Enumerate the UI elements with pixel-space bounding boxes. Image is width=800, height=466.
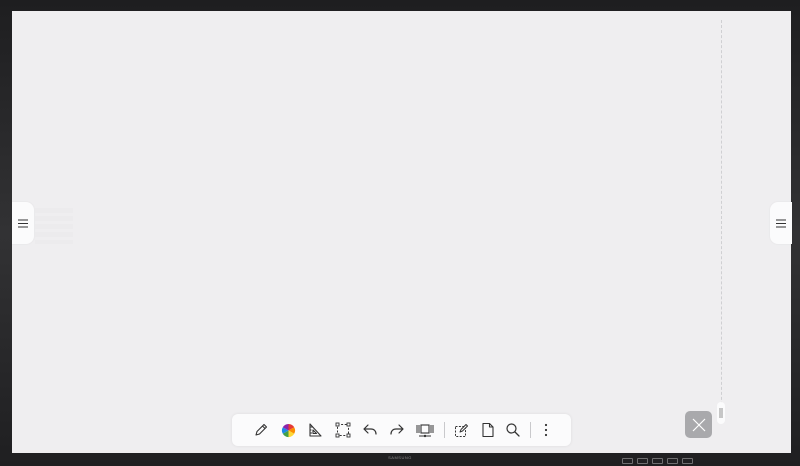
- selection-tool-button[interactable]: [331, 418, 355, 442]
- zoom-button[interactable]: [501, 418, 525, 442]
- grip-icon: [719, 408, 723, 418]
- right-menu-tab[interactable]: [770, 202, 792, 244]
- close-icon: [692, 418, 706, 432]
- ruler-triangle-icon: [307, 422, 323, 438]
- undo-button[interactable]: [358, 418, 382, 442]
- close-button[interactable]: [685, 411, 712, 438]
- more-vertical-icon: [544, 423, 548, 437]
- magnifier-icon: [505, 422, 521, 438]
- selection-box-icon: [335, 422, 351, 438]
- redo-icon: [389, 422, 405, 438]
- left-menu-tab[interactable]: [12, 202, 34, 244]
- hidden-side-panel: [35, 208, 73, 244]
- bottom-toolbar: [232, 414, 571, 446]
- page-navigator-button[interactable]: [413, 418, 437, 442]
- color-wheel-icon: [281, 423, 296, 438]
- edit-note-icon: [453, 422, 469, 438]
- new-page-button[interactable]: [476, 418, 500, 442]
- edit-note-button[interactable]: [449, 418, 473, 442]
- device-ports: [622, 458, 693, 464]
- canvas-divider-line: [721, 20, 722, 420]
- redo-button[interactable]: [385, 418, 409, 442]
- more-options-button[interactable]: [534, 418, 558, 442]
- undo-icon: [362, 422, 378, 438]
- whiteboard-canvas[interactable]: [12, 11, 791, 453]
- pages-icon: [416, 422, 434, 438]
- color-picker-button[interactable]: [276, 418, 300, 442]
- hamburger-icon: [776, 218, 786, 228]
- toolbar-separator: [530, 422, 531, 438]
- page-icon: [480, 422, 496, 438]
- brand-logo: SAMSUNG: [388, 455, 412, 460]
- pen-tool-button[interactable]: [249, 418, 273, 442]
- toolbar-separator: [444, 422, 445, 438]
- pencil-icon: [253, 422, 269, 438]
- hamburger-icon: [18, 218, 28, 228]
- ruler-tool-button[interactable]: [303, 418, 327, 442]
- panel-resize-handle[interactable]: [717, 402, 725, 424]
